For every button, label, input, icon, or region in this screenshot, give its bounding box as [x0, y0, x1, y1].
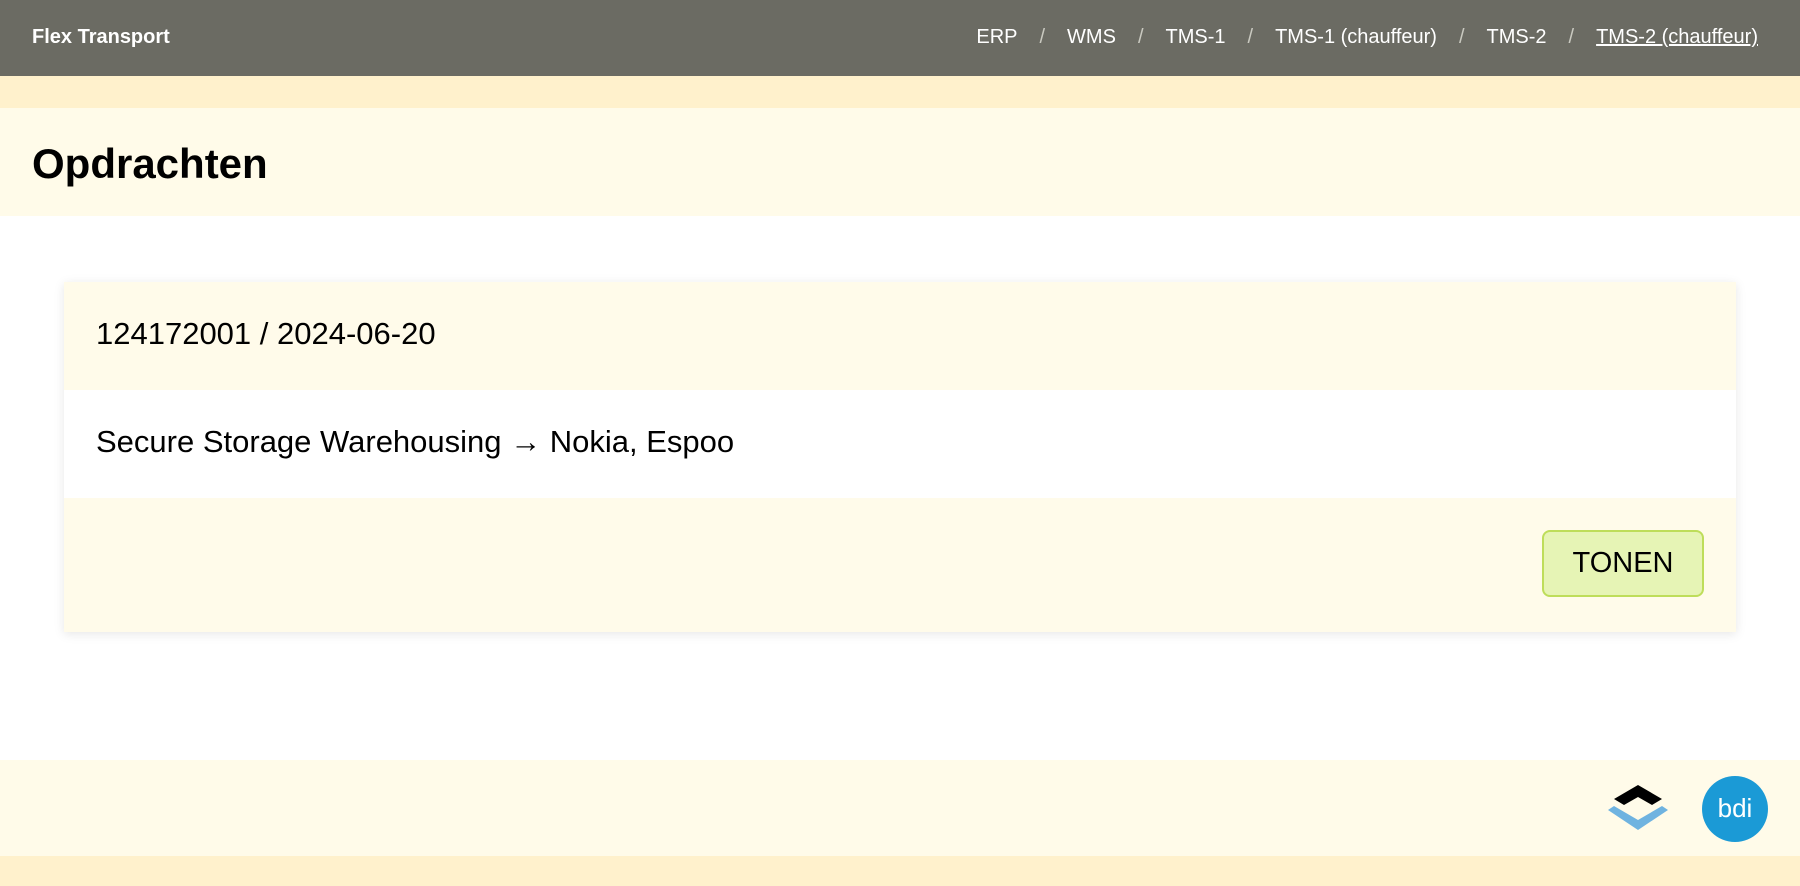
nav-item-tms-2[interactable]: TMS-2 — [1487, 24, 1547, 50]
nav-item-tms-1[interactable]: TMS-1 — [1166, 24, 1226, 50]
order-card-footer: TONEN — [64, 498, 1736, 632]
show-order-button[interactable]: TONEN — [1542, 530, 1704, 597]
accent-strip — [0, 76, 1800, 108]
layers-logo-icon — [1608, 785, 1668, 830]
app-brand[interactable]: Flex Transport — [32, 24, 170, 50]
order-id-date: 124172001 / 2024-06-20 — [96, 316, 436, 351]
nav-item-wms[interactable]: WMS — [1067, 24, 1116, 50]
nav-item-tms-2-chauffeur[interactable]: TMS-2 (chauffeur) — [1596, 24, 1758, 50]
nav-item-erp[interactable]: ERP — [976, 24, 1017, 50]
order-card-header: 124172001 / 2024-06-20 — [64, 282, 1736, 390]
page-title-band: Opdrachten — [0, 108, 1800, 216]
order-route: Secure Storage Warehousing → Nokia, Espo… — [96, 424, 735, 459]
nav-separator: / — [1458, 26, 1465, 48]
nav-separator: / — [1568, 26, 1575, 48]
nav-separator: / — [1039, 26, 1046, 48]
page-footer: bdi — [0, 760, 1800, 856]
breadcrumb-nav: ERP / WMS / TMS-1 / TMS-1 (chauffeur) / … — [976, 24, 1758, 50]
bdi-logo-icon: bdi — [1702, 776, 1768, 842]
order-card: 124172001 / 2024-06-20 Secure Storage Wa… — [64, 282, 1736, 632]
nav-separator: / — [1137, 26, 1144, 48]
bottom-accent-strip — [0, 856, 1800, 886]
nav-item-tms-1-chauffeur[interactable]: TMS-1 (chauffeur) — [1275, 24, 1437, 50]
nav-separator: / — [1247, 26, 1254, 48]
top-navigation-bar: Flex Transport ERP / WMS / TMS-1 / TMS-1… — [0, 0, 1800, 76]
order-card-body: Secure Storage Warehousing → Nokia, Espo… — [64, 390, 1736, 498]
page-title: Opdrachten — [32, 140, 268, 187]
bdi-logo-text: bdi — [1718, 793, 1753, 823]
